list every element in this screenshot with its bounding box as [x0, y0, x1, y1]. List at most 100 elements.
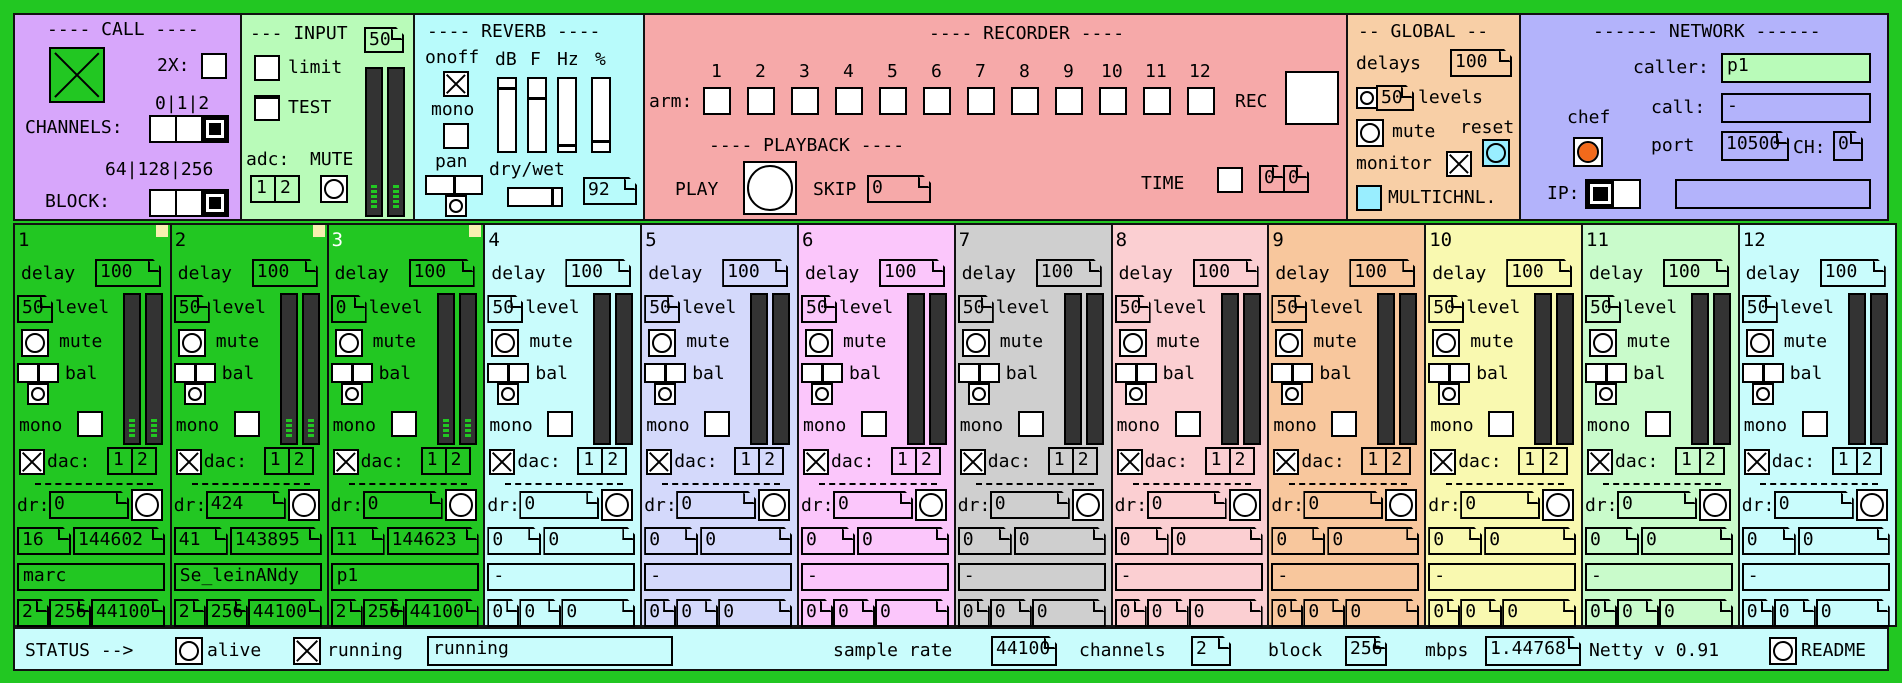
- strip-mono-toggle[interactable]: [1174, 411, 1201, 437]
- strip-mute-button[interactable]: [491, 329, 520, 357]
- strip-balance-slider[interactable]: [173, 363, 216, 383]
- strip-dac-ch1[interactable]: 1: [420, 447, 447, 475]
- strip-delay-value[interactable]: 100: [252, 259, 318, 287]
- strip-balance-slider[interactable]: [487, 363, 530, 383]
- strip-dac-ch2[interactable]: 2: [758, 447, 785, 475]
- strip-balance-slider[interactable]: [957, 363, 1000, 383]
- global-monitor-toggle[interactable]: [1446, 151, 1472, 177]
- strip-dac-toggle[interactable]: [489, 449, 516, 475]
- strip-balance-slider[interactable]: [1114, 363, 1157, 383]
- strip-dac-ch1[interactable]: 1: [1047, 447, 1074, 475]
- strip-balance-slider[interactable]: [17, 363, 59, 383]
- strip-dr-value[interactable]: 0: [363, 491, 443, 519]
- strip-level-value[interactable]: 50: [1115, 295, 1151, 323]
- strip-dac-ch2[interactable]: 2: [601, 447, 628, 475]
- strip-dr-button[interactable]: [1855, 489, 1888, 521]
- strip-dac-ch1[interactable]: 1: [1361, 447, 1388, 475]
- strip-dr-button[interactable]: [287, 489, 320, 521]
- recorder-arm-toggle[interactable]: [879, 87, 907, 115]
- strip-balance-reset[interactable]: [1595, 383, 1617, 405]
- strip-delay-value[interactable]: 100: [95, 259, 161, 287]
- strip-dac-toggle[interactable]: [1116, 449, 1143, 475]
- strip-mono-toggle[interactable]: [1801, 411, 1828, 437]
- strip-delay-value[interactable]: 100: [1663, 259, 1729, 287]
- strip-dac-toggle[interactable]: [803, 449, 829, 475]
- status-readme-button[interactable]: [1769, 637, 1797, 665]
- call-toggle[interactable]: [49, 47, 105, 103]
- recorder-arm-toggle[interactable]: [1099, 87, 1127, 115]
- strip-mute-button[interactable]: [648, 329, 677, 357]
- recorder-arm-toggle[interactable]: [835, 87, 863, 115]
- strip-level-value[interactable]: 50: [1585, 295, 1621, 323]
- strip-dac-ch2[interactable]: 2: [1699, 447, 1725, 475]
- strip-dr-button[interactable]: [1071, 489, 1104, 521]
- strip-mono-toggle[interactable]: [547, 411, 574, 437]
- strip-balance-reset[interactable]: [1751, 383, 1774, 405]
- strip-mono-toggle[interactable]: [861, 411, 887, 437]
- network-caller-field[interactable]: p1: [1721, 53, 1871, 83]
- strip-dac-ch2[interactable]: 2: [1385, 447, 1412, 475]
- strip-dr-value[interactable]: 0: [49, 491, 129, 519]
- recorder-arm-toggle[interactable]: [703, 87, 731, 115]
- strip-delay-value[interactable]: 100: [1506, 259, 1572, 287]
- strip-delay-value[interactable]: 100: [409, 259, 475, 287]
- strip-delay-value[interactable]: 100: [1193, 259, 1259, 287]
- strip-level-value[interactable]: 50: [1271, 295, 1307, 323]
- strip-mono-toggle[interactable]: [1017, 411, 1044, 437]
- strip-balance-reset[interactable]: [497, 383, 520, 405]
- network-port-field[interactable]: 10500: [1721, 131, 1789, 161]
- global-delays-value[interactable]: 100: [1450, 49, 1512, 77]
- strip-level-value[interactable]: 50: [958, 295, 994, 323]
- strip-mute-button[interactable]: [334, 329, 363, 357]
- strip-dac-ch2[interactable]: 2: [444, 447, 471, 475]
- strip-dac-toggle[interactable]: [1430, 449, 1457, 475]
- playback-time-min[interactable]: 0: [1259, 165, 1285, 193]
- strip-dac-toggle[interactable]: [19, 449, 45, 475]
- strip-dr-value[interactable]: 0: [990, 491, 1070, 519]
- strip-level-value[interactable]: 50: [1742, 295, 1778, 323]
- strip-mono-toggle[interactable]: [1331, 411, 1358, 437]
- strip-dr-value[interactable]: 0: [1460, 491, 1540, 519]
- strip-balance-reset[interactable]: [1281, 383, 1304, 405]
- reverb-drywet-value[interactable]: 92: [583, 177, 637, 205]
- strip-balance-reset[interactable]: [1124, 383, 1147, 405]
- strip-delay-value[interactable]: 100: [722, 259, 788, 287]
- recorder-arm-toggle[interactable]: [747, 87, 775, 115]
- strip-mono-toggle[interactable]: [390, 411, 417, 437]
- recorder-arm-toggle[interactable]: [1187, 87, 1215, 115]
- playback-play-button[interactable]: [743, 161, 797, 215]
- strip-dac-ch1[interactable]: 1: [1204, 447, 1231, 475]
- strip-dac-ch1[interactable]: 1: [107, 447, 133, 475]
- strip-dac-ch2[interactable]: 2: [1228, 447, 1255, 475]
- strip-mono-toggle[interactable]: [704, 411, 731, 437]
- recorder-arm-toggle[interactable]: [967, 87, 995, 115]
- input-number[interactable]: 50: [364, 27, 404, 53]
- strip-dr-button[interactable]: [1385, 489, 1418, 521]
- input-adc-ch1[interactable]: 1: [250, 175, 276, 203]
- strip-dac-toggle[interactable]: [646, 449, 673, 475]
- recorder-rec-toggle[interactable]: [1285, 71, 1339, 125]
- global-mute-button[interactable]: [1356, 119, 1384, 147]
- strip-delay-value[interactable]: 100: [565, 259, 631, 287]
- strip-balance-reset[interactable]: [27, 383, 49, 405]
- strip-delay-value[interactable]: 100: [1820, 259, 1886, 287]
- strip-dac-ch2[interactable]: 2: [131, 447, 157, 475]
- strip-balance-reset[interactable]: [340, 383, 363, 405]
- strip-level-value[interactable]: 50: [17, 295, 53, 323]
- strip-dac-ch2[interactable]: 2: [1542, 447, 1569, 475]
- reverb-mono-toggle[interactable]: [443, 123, 469, 149]
- global-levels-value[interactable]: 50: [1376, 85, 1414, 111]
- strip-dac-ch2[interactable]: 2: [287, 447, 314, 475]
- recorder-arm-toggle[interactable]: [1055, 87, 1083, 115]
- reverb-onoff-toggle[interactable]: [443, 71, 469, 97]
- status-running-toggle[interactable]: [293, 637, 321, 665]
- input-mute-button[interactable]: [320, 175, 348, 203]
- strip-dac-ch1[interactable]: 1: [577, 447, 604, 475]
- reverb-pan-slider[interactable]: [425, 175, 483, 195]
- strip-balance-reset[interactable]: [183, 383, 206, 405]
- call-block-radio[interactable]: [149, 189, 229, 217]
- strip-dac-ch1[interactable]: 1: [1518, 447, 1545, 475]
- strip-dac-ch1[interactable]: 1: [734, 447, 761, 475]
- network-ip-radio[interactable]: [1585, 179, 1641, 209]
- strip-dr-button[interactable]: [915, 489, 947, 521]
